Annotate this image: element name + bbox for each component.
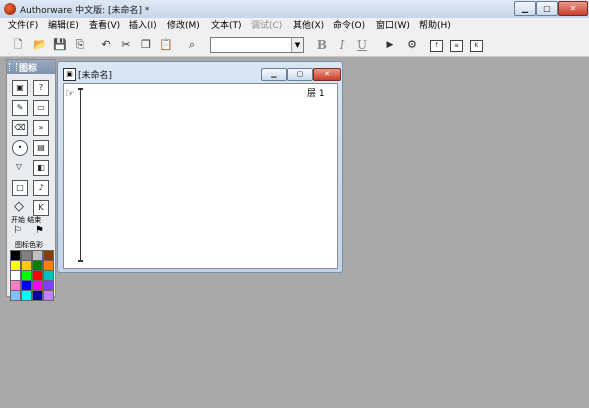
decision-icon[interactable]: •: [12, 140, 28, 156]
grip-icon: [9, 63, 17, 71]
menu-window[interactable]: 窗口(W): [376, 19, 410, 33]
menu-insert[interactable]: 插入(I): [129, 19, 157, 33]
flowline-canvas[interactable]: ☞ 层 1: [63, 83, 338, 269]
framework-icon[interactable]: »: [33, 120, 49, 136]
menu-help[interactable]: 帮助(H): [419, 19, 451, 33]
variables-icon[interactable]: ≡: [450, 40, 463, 52]
color-swatch[interactable]: [43, 290, 54, 301]
close-icon: ✕: [569, 4, 577, 13]
chevron-down-icon[interactable]: ▼: [291, 38, 303, 52]
display-icon[interactable]: ▣: [12, 80, 28, 96]
knowledge-object-icon[interactable]: K: [33, 200, 49, 216]
color-swatch[interactable]: [10, 290, 21, 301]
color-swatch[interactable]: [32, 290, 43, 301]
level-indicator: 层 1: [307, 89, 325, 99]
stop-flag-icon[interactable]: ⚑: [35, 225, 44, 236]
erase-icon[interactable]: ✎: [12, 100, 28, 116]
save-all-icon[interactable]: 💾: [52, 37, 68, 53]
menu-bar: 文件(F) 编辑(E) 查看(V) 插入(I) 修改(M) 文本(T) 调试(C…: [0, 18, 589, 34]
icon-palette: 图标 ▣ ? ✎ ▭ ⌫ » • ▤ ▽ ◧ □ ♪ ◇ K 开始 结束 ⚐ ⚑…: [6, 59, 56, 301]
authorware-app-icon[interactable]: [4, 3, 16, 15]
control-panel-icon[interactable]: ⚙: [404, 37, 420, 53]
color-swatch[interactable]: [21, 290, 32, 301]
child-close-button[interactable]: ✕: [313, 68, 341, 81]
font-select[interactable]: ▼: [210, 37, 304, 53]
maximize-icon: ▢: [543, 4, 551, 13]
icon-palette-header[interactable]: 图标: [7, 60, 55, 74]
paste-icon[interactable]: 📋: [158, 37, 174, 53]
functions-icon[interactable]: f: [430, 40, 443, 52]
wait-icon[interactable]: ▭: [33, 100, 49, 116]
open-icon[interactable]: 📂: [32, 37, 48, 53]
import-icon[interactable]: ⎘: [72, 37, 88, 53]
close-button[interactable]: ✕: [558, 1, 588, 16]
main-flowline[interactable]: [80, 89, 81, 261]
knowledge-objects-icon[interactable]: K: [470, 40, 483, 52]
sound-icon[interactable]: ♪: [33, 180, 49, 196]
window-title: Authorware 中文版: [未命名] *: [20, 6, 150, 16]
child-restore-button[interactable]: ▢: [287, 68, 313, 81]
menu-modify[interactable]: 修改(M): [167, 19, 200, 33]
icon-color-label: 图标色彩: [15, 241, 43, 249]
menu-file[interactable]: 文件(F): [8, 19, 38, 33]
digital-movie-icon[interactable]: □: [12, 180, 28, 196]
icon-palette-title: 图标: [19, 64, 38, 74]
menu-text[interactable]: 文本(T): [211, 19, 242, 33]
bold-button[interactable]: B: [314, 37, 330, 53]
underline-button[interactable]: U: [354, 37, 370, 53]
child-minimize-button[interactable]: ▁: [261, 68, 287, 81]
minimize-icon: ▁: [521, 4, 529, 13]
cut-icon[interactable]: ✂: [118, 37, 134, 53]
motion-icon[interactable]: ?: [33, 80, 49, 96]
interaction-icon[interactable]: ▤: [33, 140, 49, 156]
menu-other[interactable]: 其他(X): [293, 19, 324, 33]
design-window-title: [未命名]: [78, 71, 113, 81]
pasting-hand-icon[interactable]: ☞: [65, 87, 75, 100]
map-icon[interactable]: ◧: [33, 160, 49, 176]
video-icon[interactable]: ◇: [12, 200, 26, 214]
new-icon[interactable]: 🗋: [10, 37, 26, 53]
run-icon[interactable]: ▶: [382, 37, 398, 53]
maximize-button[interactable]: ▢: [536, 1, 558, 16]
start-stop-label: 开始 结束: [11, 216, 42, 224]
design-window-icon[interactable]: ▣: [63, 68, 76, 81]
undo-icon[interactable]: ↶: [98, 37, 114, 53]
italic-button[interactable]: I: [334, 37, 350, 53]
find-icon[interactable]: ⌕: [184, 37, 200, 53]
flowline-bottom-cap: [78, 260, 83, 262]
design-window: ▣ [未命名] ▁ ▢ ✕ ☞ 层 1: [57, 61, 343, 273]
menu-edit[interactable]: 编辑(E): [48, 19, 79, 33]
title-bar: Authorware 中文版: [未命名] * ▁ ▢ ✕: [0, 0, 589, 19]
navigate-icon[interactable]: ⌫: [12, 120, 28, 136]
calculation-icon[interactable]: ▽: [12, 160, 26, 174]
menu-view[interactable]: 查看(V): [89, 19, 120, 33]
start-flag-icon[interactable]: ⚐: [13, 225, 22, 236]
copy-icon[interactable]: ❐: [138, 37, 154, 53]
menu-commands[interactable]: 命令(O): [333, 19, 365, 33]
menu-debug[interactable]: 调试(C): [251, 19, 282, 33]
minimize-button[interactable]: ▁: [514, 1, 536, 16]
